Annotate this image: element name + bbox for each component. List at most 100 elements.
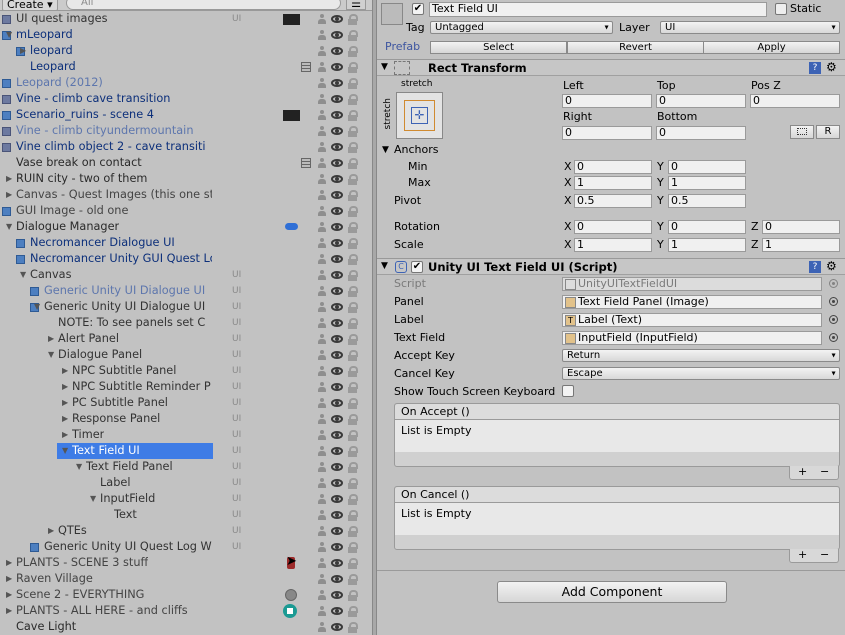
expand-arrow-closed-icon[interactable]: ▶ (48, 331, 58, 347)
visibility-eye-icon[interactable] (331, 367, 343, 375)
pickable-icon[interactable] (317, 222, 327, 233)
hierarchy-row[interactable]: ▼ InputField UI (0, 491, 372, 507)
scale-y-field[interactable]: 1 (668, 238, 746, 252)
visibility-eye-icon[interactable] (331, 383, 343, 391)
visibility-eye-icon[interactable] (331, 479, 343, 487)
expand-arrow-closed-icon[interactable]: ▶ (6, 187, 16, 203)
hierarchy-row[interactable]: ▼ mLeopard (0, 27, 372, 43)
visibility-eye-icon[interactable] (331, 415, 343, 423)
hierarchy-row[interactable]: ▶Canvas - Quest Images (this one stretch… (0, 187, 372, 203)
pickable-icon[interactable] (317, 110, 327, 121)
prefab-apply-button[interactable]: Apply (703, 41, 840, 54)
hierarchy-row[interactable]: Necromancer Dialogue UI (0, 235, 372, 251)
pickable-icon[interactable] (317, 190, 327, 201)
lock-icon[interactable] (348, 142, 358, 153)
lock-icon[interactable] (348, 558, 358, 569)
rotation-x-field[interactable]: 0 (574, 220, 652, 234)
visibility-eye-icon[interactable] (331, 143, 343, 151)
tag-dropdown[interactable]: Untagged (430, 21, 613, 34)
lock-icon[interactable] (348, 302, 358, 313)
pickable-icon[interactable] (317, 478, 327, 489)
pickable-icon[interactable] (317, 510, 327, 521)
pickable-icon[interactable] (317, 318, 327, 329)
visibility-eye-icon[interactable] (331, 335, 343, 343)
expand-arrow-open-icon[interactable]: ▼ (20, 267, 30, 283)
hierarchy-row[interactable]: NOTE: To see panels set C UI (0, 315, 372, 331)
visibility-eye-icon[interactable] (331, 559, 343, 567)
hierarchy-row[interactable]: Vine - climb cityundermountain (0, 123, 372, 139)
pickable-icon[interactable] (317, 574, 327, 585)
anchor-max-x-field[interactable]: 1 (574, 176, 652, 190)
create-button[interactable]: Create ▾ (2, 0, 58, 10)
lock-icon[interactable] (348, 158, 358, 169)
lock-icon[interactable] (348, 222, 358, 233)
expand-arrow-closed-icon[interactable]: ▶ (6, 571, 16, 587)
panel-picker-icon[interactable] (829, 297, 838, 306)
hierarchy-row[interactable]: GUI Image - old one (0, 203, 372, 219)
add-component-button[interactable]: Add Component (497, 581, 727, 603)
lock-icon[interactable] (348, 430, 358, 441)
pickable-icon[interactable] (317, 494, 327, 505)
help-icon[interactable]: ? (809, 62, 821, 74)
panel-field[interactable]: Text Field Panel (Image) (562, 295, 822, 309)
expand-arrow-closed-icon[interactable]: ▶ (48, 523, 58, 539)
hierarchy-row[interactable]: ▼ Dialogue Manager (0, 219, 372, 235)
expand-arrow-closed-icon[interactable]: ▶ (62, 363, 72, 379)
pickable-icon[interactable] (317, 62, 327, 73)
pickable-icon[interactable] (317, 46, 327, 57)
anchor-preset-button[interactable]: ✛ (396, 92, 443, 139)
pickable-icon[interactable] (317, 30, 327, 41)
pickable-icon[interactable] (317, 398, 327, 409)
scale-x-field[interactable]: 1 (574, 238, 652, 252)
visibility-eye-icon[interactable] (331, 239, 343, 247)
add-listener-button[interactable]: + (798, 549, 807, 561)
foldout-arrow-icon[interactable]: ▼ (381, 261, 388, 271)
hierarchy-row[interactable]: ▶ PLANTS - ALL HERE - and cliffs (0, 603, 372, 619)
visibility-eye-icon[interactable] (331, 159, 343, 167)
lock-icon[interactable] (348, 350, 358, 361)
pickable-icon[interactable] (317, 526, 327, 537)
hierarchy-row[interactable]: ▼ Dialogue Panel UI (0, 347, 372, 363)
pickable-icon[interactable] (317, 446, 327, 457)
pickable-icon[interactable] (317, 142, 327, 153)
lock-icon[interactable] (348, 174, 358, 185)
visibility-eye-icon[interactable] (331, 79, 343, 87)
visibility-eye-icon[interactable] (331, 351, 343, 359)
lock-icon[interactable] (348, 446, 358, 457)
lock-icon[interactable] (348, 318, 358, 329)
rotation-y-field[interactable]: 0 (668, 220, 746, 234)
pickable-icon[interactable] (317, 462, 327, 473)
lock-icon[interactable] (348, 366, 358, 377)
active-checkbox[interactable]: ✔ (412, 3, 424, 15)
hierarchy-row[interactable]: Vine climb object 2 - cave transiti (0, 139, 372, 155)
hierarchy-row[interactable]: ▶ Timer UI (0, 427, 372, 443)
lock-icon[interactable] (348, 78, 358, 89)
rotation-z-field[interactable]: 0 (762, 220, 840, 234)
visibility-eye-icon[interactable] (331, 287, 343, 295)
visibility-eye-icon[interactable] (331, 623, 343, 631)
lock-icon[interactable] (348, 590, 358, 601)
visibility-eye-icon[interactable] (331, 527, 343, 535)
lock-icon[interactable] (348, 238, 358, 249)
blueprint-mode-button[interactable] (790, 125, 814, 139)
expand-arrow-closed-icon[interactable]: ▶ (6, 587, 16, 603)
pickable-icon[interactable] (317, 302, 327, 313)
visibility-eye-icon[interactable] (331, 15, 343, 23)
hierarchy-row[interactable]: Leopard (2012) (0, 75, 372, 91)
expand-arrow-closed-icon[interactable]: ▶ (62, 395, 72, 411)
pickable-icon[interactable] (317, 126, 327, 137)
pickable-icon[interactable] (317, 158, 327, 169)
scale-z-field[interactable]: 1 (762, 238, 840, 252)
pickable-icon[interactable] (317, 350, 327, 361)
expand-arrow-open-icon[interactable]: ▼ (62, 443, 72, 459)
expand-arrow-closed-icon[interactable]: ▶ (62, 411, 72, 427)
hierarchy-row[interactable]: ▼ Text Field Panel UI (0, 459, 372, 475)
expand-arrow-open-icon[interactable]: ▼ (34, 299, 44, 315)
hierarchy-row[interactable]: Generic Unity UI Dialogue UI UI (0, 283, 372, 299)
pickable-icon[interactable] (317, 270, 327, 281)
script-enabled-checkbox[interactable]: ✔ (411, 261, 423, 273)
hierarchy-row[interactable]: ▶ NPC Subtitle Panel UI (0, 363, 372, 379)
lock-icon[interactable] (348, 190, 358, 201)
lock-icon[interactable] (348, 414, 358, 425)
pickable-icon[interactable] (317, 542, 327, 553)
